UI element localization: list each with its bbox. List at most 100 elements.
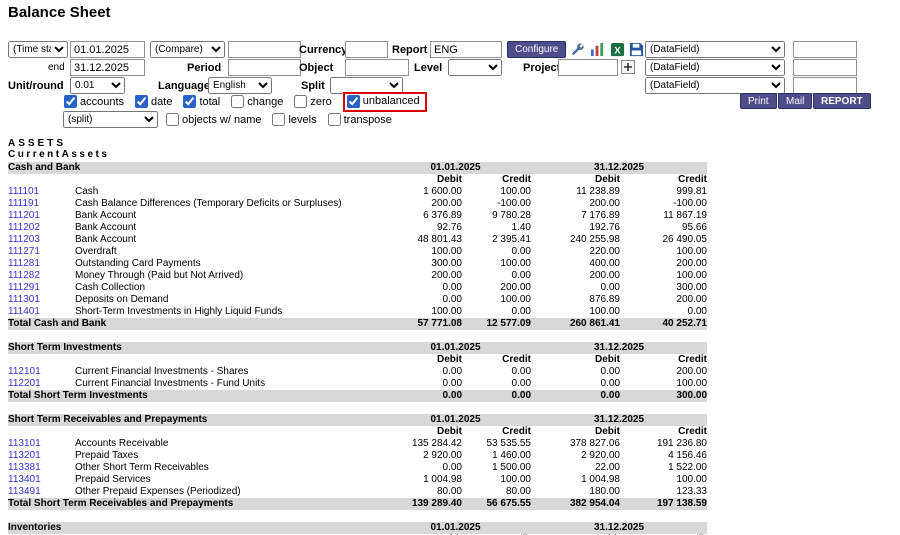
datafield-select-1[interactable]: (DataField)	[645, 41, 785, 58]
checkbox-label: transpose	[344, 114, 392, 126]
account-link[interactable]: 111101	[8, 186, 39, 197]
account-link[interactable]: 112201	[8, 378, 41, 389]
account-link[interactable]: 112101	[8, 366, 41, 377]
language-label: Language	[158, 80, 210, 92]
account-link[interactable]: 113491	[8, 486, 41, 497]
account-link[interactable]: 113401	[8, 474, 41, 485]
compare-select[interactable]: (Compare)	[150, 41, 225, 58]
svg-text:X: X	[614, 45, 621, 55]
col-header: Debit	[531, 174, 620, 186]
levels-checkbox[interactable]	[272, 113, 285, 126]
account-link[interactable]: 111301	[8, 294, 40, 305]
currency-input[interactable]	[345, 41, 388, 58]
account-link[interactable]: 111201	[8, 210, 40, 221]
unit-round-label: Unit/round	[8, 80, 64, 92]
checkbox-zero[interactable]: zero	[294, 95, 331, 108]
period1-header: 01.01.2025	[380, 414, 531, 426]
amount-cell: 0.00	[462, 306, 531, 318]
date-checkbox[interactable]	[135, 95, 148, 108]
datafield-input-2[interactable]	[793, 59, 857, 76]
objects-w-name-checkbox[interactable]	[166, 113, 179, 126]
plus-icon[interactable]	[621, 60, 635, 74]
checkbox-date[interactable]: date	[135, 95, 172, 108]
datafield-select-3[interactable]: (DataField)	[645, 77, 785, 94]
period2-header: 31.12.2025	[531, 162, 707, 174]
unbalanced-checkbox[interactable]	[347, 95, 360, 108]
amount-cell: 0.00	[380, 366, 462, 378]
checkbox-total[interactable]: total	[183, 95, 220, 108]
report-button[interactable]: REPORT	[813, 93, 871, 109]
total-label: Total Cash and Bank	[8, 318, 380, 330]
account-row: 111201Bank Account6 376.899 780.287 176.…	[8, 210, 707, 222]
amount-cell: 100.00	[380, 246, 462, 258]
amount-cell: 1 004.98	[380, 474, 462, 486]
level-select[interactable]	[448, 59, 502, 76]
total-amount: 0.00	[380, 390, 462, 402]
amount-cell: 100.00	[462, 294, 531, 306]
datafield-input-3[interactable]	[793, 77, 857, 94]
checkbox-objects-w-name[interactable]: objects w/ name	[166, 113, 261, 126]
amount-cell: 400.00	[531, 258, 620, 270]
total-checkbox[interactable]	[183, 95, 196, 108]
amount-cell: 378 827.06	[531, 438, 620, 450]
time-start-select[interactable]: (Time start)	[8, 41, 68, 58]
account-name: Overdraft	[75, 246, 380, 258]
amount-cell: 53 535.55	[462, 438, 531, 450]
account-link[interactable]: 111191	[8, 198, 39, 209]
account-link[interactable]: 111281	[8, 258, 40, 269]
datafield-select-2[interactable]: (DataField)	[645, 59, 785, 76]
project-input[interactable]	[558, 59, 618, 76]
account-link[interactable]: 111291	[8, 282, 40, 293]
period2-header: 31.12.2025	[531, 342, 707, 354]
account-link[interactable]: 111401	[8, 306, 40, 317]
account-row: 111271Overdraft100.000.00220.00100.00	[8, 246, 707, 258]
configure-button[interactable]: Configure	[507, 41, 566, 58]
unit-round-select[interactable]: 0.01	[70, 77, 125, 94]
period2-header: 31.12.2025	[531, 522, 707, 534]
split-mode-select[interactable]: (split)	[63, 111, 158, 128]
account-name: Bank Account	[75, 210, 380, 222]
checkbox-accounts[interactable]: accounts	[64, 95, 124, 108]
account-link[interactable]: 113101	[8, 438, 41, 449]
amount-cell: 191 236.80	[620, 438, 707, 450]
wrench-icon[interactable]	[570, 42, 585, 57]
checkbox-levels[interactable]: levels	[272, 113, 316, 126]
end-date-input[interactable]	[70, 59, 145, 76]
language-select[interactable]: English	[208, 77, 272, 94]
amount-cell: 6 376.89	[380, 210, 462, 222]
object-input[interactable]	[345, 59, 409, 76]
account-link[interactable]: 113381	[8, 462, 41, 473]
account-row: 111191Cash Balance Differences (Temporar…	[8, 198, 707, 210]
checkbox-change[interactable]: change	[231, 95, 283, 108]
compare-input[interactable]	[228, 41, 301, 58]
account-name: Other Prepaid Expenses (Periodized)	[75, 486, 380, 498]
amount-cell: 200.00	[620, 366, 707, 378]
accounts-checkbox[interactable]	[64, 95, 77, 108]
account-link[interactable]: 111282	[8, 270, 40, 281]
zero-checkbox[interactable]	[294, 95, 307, 108]
print-button[interactable]: Print	[740, 93, 777, 109]
transpose-checkbox[interactable]	[328, 113, 341, 126]
report-code-input[interactable]	[430, 41, 502, 58]
col-header: Debit	[380, 426, 462, 438]
col-header: Debit	[531, 354, 620, 366]
project-label: Project	[523, 62, 560, 74]
account-link[interactable]: 111203	[8, 234, 40, 245]
total-amount: 40 252.71	[620, 318, 707, 330]
change-checkbox[interactable]	[231, 95, 244, 108]
mail-button[interactable]: Mail	[778, 93, 812, 109]
datafield-input-1[interactable]	[793, 41, 857, 58]
amount-cell: 100.00	[531, 306, 620, 318]
checkbox-unbalanced[interactable]: unbalanced	[343, 92, 427, 112]
account-link[interactable]: 111202	[8, 222, 40, 233]
account-link[interactable]: 113201	[8, 450, 41, 461]
chart-icon[interactable]	[590, 42, 605, 57]
report-sections: Cash and Bank01.01.202531.12.2025DebitCr…	[8, 162, 708, 535]
time-start-date-input[interactable]	[70, 41, 145, 58]
account-link[interactable]: 111271	[8, 246, 40, 257]
excel-icon[interactable]: X	[610, 42, 625, 57]
period-input[interactable]	[228, 59, 301, 76]
save-icon[interactable]	[629, 42, 644, 57]
section-header-row: Short Term Investments01.01.202531.12.20…	[8, 342, 707, 354]
checkbox-transpose[interactable]: transpose	[328, 113, 392, 126]
